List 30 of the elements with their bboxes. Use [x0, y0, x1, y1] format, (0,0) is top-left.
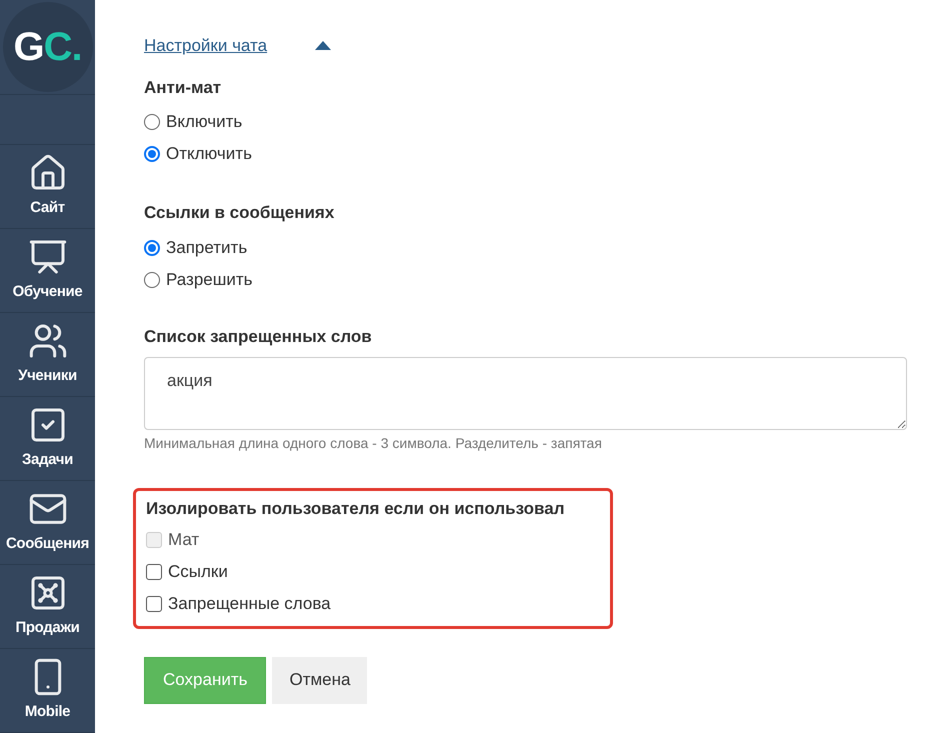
checkbox-label: Ссылки [168, 560, 228, 583]
sidebar-item[interactable]: Задачи [0, 397, 95, 481]
chat-settings-link[interactable]: Настройки чата [144, 33, 304, 58]
radio-label: Включить [166, 111, 242, 134]
field-title: Список запрещенных слов [144, 326, 373, 348]
sidebar-item[interactable]: Обучение [0, 229, 95, 313]
checkbox-label: Запрещенные слова [168, 592, 331, 615]
radio-label: Разрешить [166, 268, 253, 291]
field-hint: Минимальная длина одного слова - 3 символа. Разделитель - запятая [144, 434, 603, 453]
sidebar-item[interactable]: Сайт [0, 145, 95, 229]
radio-button[interactable] [144, 146, 160, 162]
group-title: Изолировать пользователя если он использовал [146, 498, 566, 520]
group-title: Ссылки в сообщениях [144, 202, 336, 224]
radio-button[interactable] [144, 240, 160, 256]
banned-words-field[interactable]: акция [144, 357, 907, 430]
radio-button[interactable] [144, 272, 160, 288]
group-title: Анти-мат [144, 76, 222, 98]
collapse-triangle-icon[interactable] [315, 41, 332, 50]
sidebar-item[interactable]: Продажи [0, 565, 95, 649]
cancel-button[interactable]: Отмена [272, 656, 368, 704]
radio-label: Запретить [166, 236, 248, 259]
checkbox[interactable] [146, 564, 162, 580]
sidebar-item[interactable]: Ученики [0, 313, 95, 397]
radio-label: Отключить [166, 143, 252, 166]
sidebar-item[interactable]: Сообщения [0, 481, 95, 565]
radio-button[interactable] [144, 114, 160, 130]
sidebar-item[interactable]: Mobile [0, 649, 95, 733]
checkbox[interactable] [146, 596, 162, 612]
logo[interactable]: GC. [2, 2, 92, 92]
checkbox-label: Мат [168, 528, 200, 551]
